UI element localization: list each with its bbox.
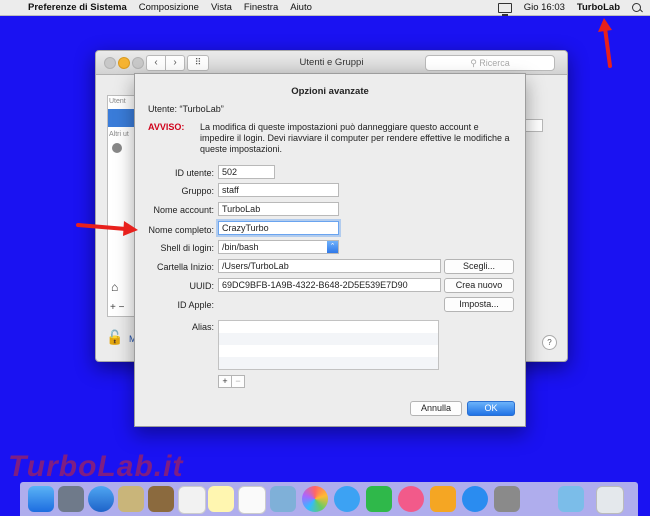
group-label: Gruppo: (181, 186, 214, 196)
window-search-field[interactable]: ⚲ Ricerca (425, 55, 555, 71)
chevron-down-icon[interactable]: ⌃ (327, 241, 338, 253)
menu-clock[interactable]: Gio 16:03 (518, 2, 571, 13)
user-id-field[interactable]: 502 (218, 165, 275, 179)
ibooks-icon[interactable] (430, 486, 456, 512)
remove-alias-button[interactable]: − (232, 375, 245, 388)
avatar[interactable] (112, 143, 122, 153)
users-sidebar: Utent Altri ut ⌂ + − (107, 95, 137, 317)
alias-add-remove: + − (218, 375, 245, 388)
app-store-icon[interactable] (462, 486, 488, 512)
sidebar-header-users: Utent (109, 98, 126, 105)
notes-icon[interactable] (208, 486, 234, 512)
uuid-label: UUID: (189, 281, 215, 291)
list-item[interactable] (219, 333, 438, 345)
create-new-button[interactable]: Crea nuovo (444, 278, 514, 293)
menu-item-aiuto[interactable]: Aiuto (284, 2, 318, 13)
photos-icon[interactable] (302, 486, 328, 512)
list-item[interactable] (219, 345, 438, 357)
warning-label: AVVISO: (148, 122, 185, 132)
account-name-label: Nome account: (153, 205, 214, 215)
sheet-title: Opzioni avanzate (291, 86, 369, 97)
contacts-icon[interactable] (148, 486, 174, 512)
search-icon[interactable] (632, 3, 641, 12)
help-icon[interactable]: ? (542, 335, 557, 350)
list-item[interactable] (219, 321, 438, 333)
full-name-label: Nome completo: (148, 225, 214, 235)
lock-icon[interactable]: 🔓 (106, 329, 123, 346)
menu-item-vista[interactable]: Vista (205, 2, 238, 13)
alias-label: Alias: (191, 322, 214, 332)
menu-app-name[interactable]: Preferenze di Sistema (22, 2, 133, 13)
annotation-arrow-up-icon (598, 18, 612, 68)
itunes-icon[interactable] (398, 486, 424, 512)
menu-user[interactable]: TurboLab (571, 2, 626, 13)
alias-list[interactable] (218, 320, 439, 370)
annotation-arrow-right-icon (76, 221, 138, 236)
sidebar-add-remove[interactable]: + − (110, 302, 124, 313)
ok-button[interactable]: OK (467, 401, 515, 416)
advanced-options-sheet: Opzioni avanzate Utente: “TurboLab” AVVI… (134, 73, 526, 427)
uuid-field[interactable]: 69DC9BFB-1A9B-4322-B648-2D5E539E7D90 (218, 278, 441, 292)
user-id-label: ID utente: (174, 168, 214, 178)
sidebar-header-other: Altri ut (109, 131, 129, 138)
full-name-field[interactable]: CrazyTurbo (218, 221, 339, 235)
add-alias-button[interactable]: + (218, 375, 232, 388)
home-folder-label: Cartella Inizio: (156, 262, 214, 272)
choose-button[interactable]: Scegli... (444, 259, 514, 274)
login-shell-select[interactable]: /bin/bash ⌃ (218, 240, 339, 254)
launchpad-icon[interactable] (58, 486, 84, 512)
window-titlebar: ‹ › ⠿ Utenti e Gruppi ⚲ Ricerca (96, 51, 567, 75)
dock (20, 482, 638, 516)
apple-id-label: ID Apple: (177, 300, 214, 310)
search-placeholder: Ricerca (479, 58, 510, 68)
cancel-button[interactable]: Annulla (410, 401, 462, 416)
account-name-field[interactable]: TurboLab (218, 202, 339, 216)
facetime-icon[interactable] (366, 486, 392, 512)
login-shell-label: Shell di login: (160, 243, 214, 253)
sidebar-selected-user[interactable] (108, 109, 136, 127)
safari-icon[interactable] (88, 486, 114, 512)
home-folder-field[interactable]: /Users/TurboLab (218, 259, 441, 273)
display-icon[interactable] (497, 2, 512, 16)
watermark: TurboLab.it (8, 450, 184, 483)
mail-icon[interactable] (118, 486, 144, 512)
group-field[interactable]: staff (218, 183, 339, 197)
list-item[interactable] (219, 357, 438, 369)
messages-icon[interactable] (334, 486, 360, 512)
sheet-user-line: Utente: “TurboLab” (148, 104, 224, 114)
trash-icon[interactable] (596, 486, 624, 514)
login-shell-value: /bin/bash (222, 242, 259, 252)
warning-text: La modifica di queste impostazioni può d… (200, 122, 510, 154)
reminders-icon[interactable] (238, 486, 266, 514)
menu-item-finestra[interactable]: Finestra (238, 2, 284, 13)
calendar-icon[interactable] (178, 486, 206, 514)
menu-item-composizione[interactable]: Composizione (133, 2, 205, 13)
finder-icon[interactable] (28, 486, 54, 512)
set-apple-id-button[interactable]: Imposta... (444, 297, 514, 312)
downloads-icon[interactable] (558, 486, 584, 512)
background-field (524, 119, 543, 132)
maps-icon[interactable] (270, 486, 296, 512)
menu-bar: Preferenze di Sistema Composizione Vista… (0, 0, 650, 16)
home-icon[interactable]: ⌂ (111, 280, 118, 294)
system-preferences-icon[interactable] (494, 486, 520, 512)
